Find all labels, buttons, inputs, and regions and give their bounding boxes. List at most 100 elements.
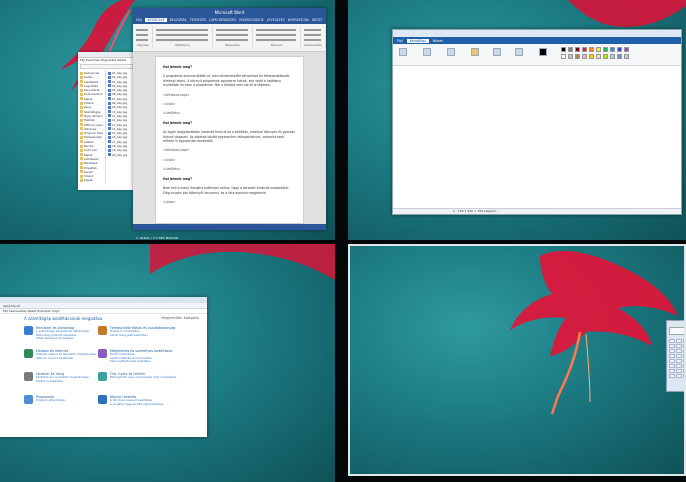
control-panel-category[interactable]: Megjelenés és személyes beállítások Téma … — [98, 349, 172, 364]
control-panel-category[interactable]: Rendszer és biztonság A számítógép állapo… — [24, 326, 89, 341]
calculator-key[interactable] — [669, 374, 675, 378]
color-swatch[interactable] — [610, 54, 615, 59]
color-swatch[interactable] — [582, 47, 587, 52]
category-link[interactable]: Otthoni csoport beállításai — [36, 356, 96, 361]
category-link[interactable]: Hibák keresése és javítása — [36, 337, 89, 341]
control-panel-menu[interactable]: Fájl Szerkesztés Nézet Eszközök Súgó — [0, 309, 207, 314]
color-swatch[interactable] — [575, 54, 580, 59]
category-link[interactable]: Képernyőfelbontás beállítása — [110, 360, 172, 364]
word-window[interactable]: Microsoft Word FÁJL KEZDŐLAP BESZÚRÁS TERVE… — [133, 8, 326, 240]
control-panel-category[interactable]: Hálózat és internet Hálózati állapot és f… — [24, 349, 96, 360]
tab-1[interactable]: KEZDŐLAP — [145, 18, 167, 22]
calculator-key[interactable] — [669, 339, 675, 343]
word-title-bar[interactable]: Microsoft Word — [133, 8, 326, 16]
tab-6[interactable]: LEVELEZÉS — [267, 18, 285, 22]
color-swatch[interactable] — [596, 54, 601, 59]
ribbon-group[interactable]: Stílusok — [253, 26, 301, 48]
word-document-area[interactable]: Hol jelenik meg? A programot azonnal ötöd… — [133, 52, 326, 224]
control-panel-category[interactable]: Programok Program eltávolítása — [24, 395, 65, 404]
color-swatch[interactable] — [589, 47, 594, 52]
category-link[interactable]: Szülői felügyelet beállítása — [110, 333, 175, 338]
color-swatch[interactable] — [603, 54, 608, 59]
category-link[interactable]: Billentyűzet vagy más beviteli mód módos… — [110, 376, 176, 380]
paint-ribbon[interactable] — [393, 44, 681, 66]
color-swatch[interactable] — [610, 47, 615, 52]
calculator-key[interactable] — [676, 364, 682, 368]
color-swatch[interactable] — [589, 54, 594, 59]
shapes-icon[interactable] — [515, 48, 523, 56]
color1-icon[interactable] — [539, 48, 547, 56]
calculator-key[interactable] — [676, 374, 682, 378]
word-ribbon-tabs[interactable]: FÁJL KEZDŐLAP BESZÚRÁS TERVEZÉS LAPELRENDEZÉ… — [133, 16, 326, 24]
color-swatch[interactable] — [575, 47, 580, 52]
tab-3[interactable]: TERVEZÉS — [190, 18, 206, 22]
calculator-key[interactable] — [669, 364, 675, 368]
tree-item[interactable]: Egyéb — [80, 178, 103, 182]
explorer-address-bar[interactable] — [80, 64, 136, 69]
color-swatch[interactable] — [596, 47, 601, 52]
control-panel-category[interactable]: Könnyű kezelés A Windows javasolt beállít… — [98, 395, 163, 406]
calculator-key[interactable] — [669, 344, 675, 348]
paint-ribbon-tabs[interactable]: Fájl Kezdőlap Nézet — [393, 37, 681, 44]
tab-5[interactable]: HIVATKOZÁSOK — [239, 18, 264, 22]
tab-4[interactable]: LAPELRENDEZÉS — [209, 18, 236, 22]
ribbon-group[interactable]: Bekezdés — [213, 26, 253, 48]
color-swatch[interactable] — [603, 47, 608, 52]
select-icon[interactable] — [423, 48, 431, 56]
paint-tab-2[interactable]: Nézet — [433, 39, 443, 43]
paint-tab-1[interactable]: Kezdőlap — [406, 38, 429, 43]
calculator-key[interactable] — [676, 354, 682, 358]
color-swatch[interactable] — [624, 47, 629, 52]
ribbon-group[interactable]: Betűtípus — [153, 26, 213, 48]
color-swatch[interactable] — [582, 54, 587, 59]
tab-2[interactable]: BESZÚRÁS — [170, 18, 187, 22]
category-link[interactable]: Eszköz hozzáadása — [36, 379, 89, 384]
color-swatch[interactable] — [568, 47, 573, 52]
color-swatch[interactable] — [561, 54, 566, 59]
calculator-key[interactable] — [669, 354, 675, 358]
file-item[interactable]: 02_kép.jpg — [108, 75, 127, 79]
color-swatch[interactable] — [617, 54, 622, 59]
control-panel-window[interactable]: Vezérlőpult Fájl Szerkesztés Nézet Eszkö… — [0, 297, 207, 437]
category-link[interactable]: Program eltávolítása — [36, 399, 65, 403]
tab-8[interactable]: NÉZET — [312, 18, 323, 22]
calculator-window[interactable] — [666, 320, 684, 392]
file-item[interactable]: 20_kép.jpg — [108, 153, 127, 157]
calculator-key[interactable] — [669, 369, 675, 373]
control-panel-category[interactable]: Felhasználói fiókok és családbiztonság Fi… — [98, 326, 175, 337]
calculator-key[interactable] — [676, 359, 682, 363]
calculator-key[interactable] — [676, 349, 682, 353]
explorer-file-list[interactable]: 01_kép.jpg 02_kép.jpg 03_kép.jpg 04_kép.jpg… — [106, 70, 129, 184]
brush-icon[interactable] — [493, 48, 501, 56]
category-link[interactable]: A vizuális megjelenítés optimalizálása — [110, 402, 163, 407]
explorer-navigation-tree[interactable]: Kedvencek Asztal Letöltések Legutóbbi Könyvt… — [78, 70, 106, 184]
calculator-key[interactable] — [676, 339, 682, 343]
paint-title-bar[interactable] — [393, 30, 681, 37]
tab-7[interactable]: KORREKTÚRA — [288, 18, 309, 22]
word-ribbon[interactable]: Vágólap Betűtípus Bekezdés Stílusok Szerkesz… — [133, 24, 326, 52]
pencil-icon[interactable] — [471, 48, 479, 56]
crop-icon[interactable] — [447, 48, 455, 56]
explorer-menu[interactable]: Fájl Kezdőlap Megosztás Nézet — [78, 58, 138, 63]
control-panel-category[interactable]: Hardver és hang Eszközök és nyomtatók meg… — [24, 372, 89, 383]
control-panel-category[interactable]: Óra, nyelv és terület Billentyűzet vagy m… — [98, 372, 176, 381]
calculator-key[interactable] — [669, 359, 675, 363]
paint-canvas[interactable] — [393, 66, 681, 208]
ribbon-group[interactable]: Vágólap — [133, 26, 153, 48]
color-swatch[interactable] — [617, 47, 622, 52]
calculator-keypad[interactable] — [667, 337, 684, 380]
ribbon-group[interactable]: Szerkesztés — [301, 26, 326, 48]
document-page[interactable]: Hol jelenik meg? A programot azonnal ötöd… — [155, 56, 304, 224]
paste-icon[interactable] — [399, 48, 407, 56]
view-by-selector[interactable]: Megjelenítés: Kategória — [161, 316, 199, 320]
calculator-key[interactable] — [676, 369, 682, 373]
paint-window[interactable]: Fájl Kezdőlap Nézet 1 : 100 1 200 × 700 ké… — [392, 29, 682, 215]
tab-0[interactable]: FÁJL — [136, 18, 142, 22]
color-swatch[interactable] — [568, 54, 573, 59]
file-item[interactable]: 19_kép.jpg — [108, 148, 127, 152]
file-explorer-window[interactable]: Fájl Kezdőlap Megosztás Nézet Kedvencek A… — [78, 52, 138, 190]
calculator-key[interactable] — [669, 349, 675, 353]
paint-tab-0[interactable]: Fájl — [397, 39, 403, 43]
color-swatch[interactable] — [624, 54, 629, 59]
file-item[interactable]: 12_kép.jpg — [108, 118, 127, 122]
